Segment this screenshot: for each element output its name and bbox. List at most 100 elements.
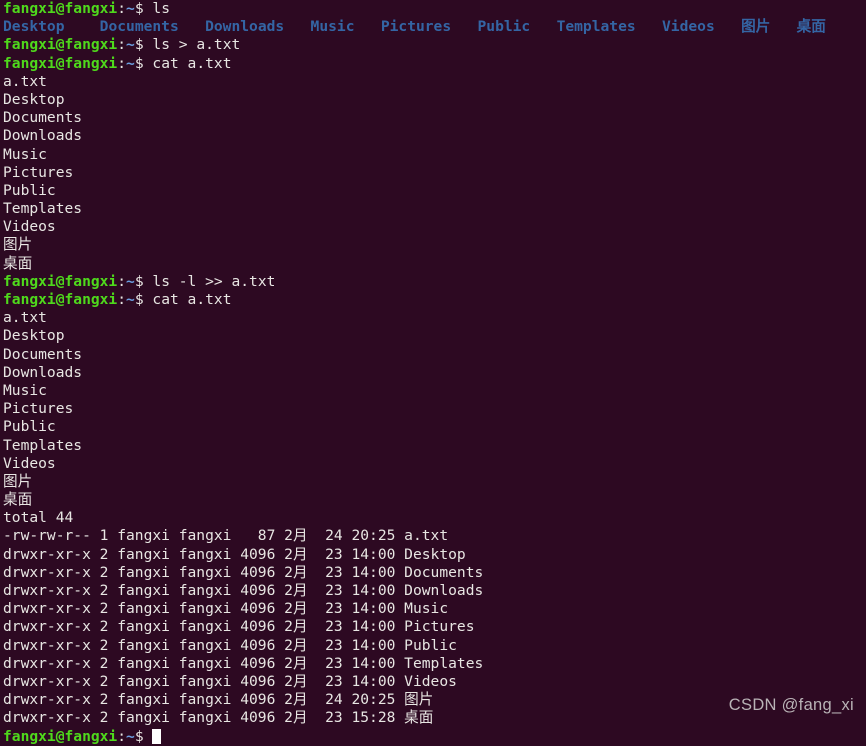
directory-name[interactable]: Downloads (205, 18, 284, 35)
terminal-output-line: drwxr-xr-x 2 fangxi fangxi 4096 2月 23 14… (0, 600, 866, 618)
listing-gap (65, 18, 100, 35)
prompt-sigil: $ (134, 272, 144, 290)
prompt-colon: : (117, 54, 127, 72)
output-text: drwxr-xr-x 2 fangxi fangxi 4096 2月 23 14… (3, 600, 449, 618)
output-text: a.txt (3, 72, 47, 90)
prompt-user-host: fangxi@fangxi (3, 272, 118, 290)
prompt-path: ~ (126, 36, 135, 54)
terminal-command: ls -l >> a.txt (143, 272, 276, 290)
output-text: drwxr-xr-x 2 fangxi fangxi 4096 2月 23 14… (3, 654, 484, 672)
output-text: 图片 (3, 472, 33, 490)
output-text: Downloads (3, 363, 83, 381)
terminal-output-line: 桌面 (0, 255, 866, 273)
directory-name[interactable]: Documents (100, 18, 179, 35)
listing-gap (451, 18, 477, 35)
prompt-path: ~ (126, 0, 135, 17)
output-text: drwxr-xr-x 2 fangxi fangxi 4096 2月 24 20… (3, 691, 434, 709)
terminal-output-line: total 44 (0, 509, 866, 527)
terminal-output-line: drwxr-xr-x 2 fangxi fangxi 4096 2月 23 14… (0, 637, 866, 655)
listing-gap (284, 18, 310, 35)
directory-name[interactable]: Templates (557, 18, 636, 35)
directory-name[interactable]: Videos (662, 18, 715, 35)
terminal-output-line: Videos (0, 218, 866, 236)
terminal-output-line: Music (0, 146, 866, 164)
output-text: drwxr-xr-x 2 fangxi fangxi 4096 2月 23 14… (3, 672, 457, 690)
listing-gap (354, 18, 380, 35)
terminal-prompt-line: fangxi@fangxi:~$ ls -l >> a.txt (0, 273, 866, 291)
terminal-output-line: Pictures (0, 400, 866, 418)
listing-gap (530, 18, 556, 35)
output-text: Pictures (3, 163, 74, 181)
terminal-output-line: Videos (0, 455, 866, 473)
prompt-user-host: fangxi@fangxi (3, 54, 118, 72)
terminal-prompt-line: fangxi@fangxi:~$ ls > a.txt (0, 36, 866, 54)
prompt-path: ~ (126, 727, 135, 745)
directory-name[interactable]: 图片 (741, 18, 770, 35)
directory-name[interactable]: Pictures (381, 18, 451, 35)
terminal-output-line: Public (0, 418, 866, 436)
output-text: drwxr-xr-x 2 fangxi fangxi 4096 2月 23 14… (3, 582, 484, 599)
directory-name[interactable]: Music (311, 18, 355, 35)
csdn-watermark: CSDN @fang_xi (728, 696, 854, 714)
terminal-output-line: Downloads (0, 127, 866, 145)
terminal-prompt-line: fangxi@fangxi:~$ (0, 728, 866, 746)
terminal-output-line: Documents (0, 109, 866, 127)
listing-gap (636, 18, 662, 35)
listing-gap (770, 18, 796, 35)
terminal-output-line: Desktop (0, 91, 866, 109)
output-text: Public (3, 418, 56, 436)
prompt-path: ~ (126, 54, 135, 72)
terminal-output-line: a.txt (0, 309, 866, 327)
output-text: Documents (3, 109, 83, 127)
terminal-command: ls > a.txt (143, 36, 241, 54)
output-text: 桌面 (3, 491, 33, 509)
output-text: Downloads (3, 127, 83, 145)
terminal-prompt-line: fangxi@fangxi:~$ cat a.txt (0, 55, 866, 73)
terminal-output-line: drwxr-xr-x 2 fangxi fangxi 4096 2月 23 14… (0, 546, 866, 564)
terminal-output-line: drwxr-xr-x 2 fangxi fangxi 4096 2月 23 14… (0, 582, 866, 600)
ls-directory-listing: Desktop Documents Downloads Music Pictur… (0, 18, 866, 36)
terminal-command: cat a.txt (143, 54, 232, 72)
terminal-output-line: Downloads (0, 364, 866, 382)
output-text: Templates (3, 436, 83, 454)
terminal-output-area[interactable]: fangxi@fangxi:~$ ls Desktop Documents Dow… (0, 0, 866, 746)
directory-name[interactable]: Public (478, 18, 531, 35)
terminal-command (144, 728, 153, 745)
prompt-sigil: $ (134, 291, 144, 308)
directory-name[interactable]: Desktop (3, 18, 65, 35)
prompt-path: ~ (126, 291, 135, 308)
terminal-output-line: Music (0, 382, 866, 400)
terminal-output-line: drwxr-xr-x 2 fangxi fangxi 4096 2月 23 14… (0, 673, 866, 691)
terminal-output-line: Pictures (0, 164, 866, 182)
directory-name[interactable]: 桌面 (797, 18, 826, 35)
prompt-sigil: $ (134, 0, 144, 17)
prompt-user-host: fangxi@fangxi (3, 36, 118, 54)
prompt-colon: : (117, 0, 127, 17)
terminal-output-line: Templates (0, 200, 866, 218)
output-text: Music (3, 145, 47, 163)
terminal-prompt-line: fangxi@fangxi:~$ ls (0, 0, 866, 18)
output-text: Desktop (3, 327, 65, 345)
prompt-user-host: fangxi@fangxi (3, 727, 118, 745)
prompt-sigil: $ (134, 54, 144, 72)
output-text: a.txt (3, 309, 47, 327)
terminal-output-line: 图片 (0, 236, 866, 254)
terminal-command: cat a.txt (143, 291, 232, 308)
terminal-output-line: drwxr-xr-x 2 fangxi fangxi 4096 2月 23 14… (0, 564, 866, 582)
output-text: Videos (3, 218, 56, 236)
output-text: Pictures (3, 400, 74, 418)
output-text: total 44 (3, 509, 74, 527)
listing-gap (715, 18, 741, 35)
terminal-command: ls (143, 0, 170, 17)
prompt-user-host: fangxi@fangxi (3, 0, 118, 17)
output-text: drwxr-xr-x 2 fangxi fangxi 4096 2月 23 14… (3, 563, 484, 581)
terminal-output-line: drwxr-xr-x 2 fangxi fangxi 4096 2月 23 14… (0, 618, 866, 636)
terminal-window[interactable]: fangxi@fangxi:~$ ls Desktop Documents Dow… (0, 0, 866, 745)
output-text: 图片 (3, 236, 33, 254)
terminal-output-line: -rw-rw-r-- 1 fangxi fangxi 87 2月 24 20:2… (0, 527, 866, 545)
output-text: 桌面 (3, 254, 33, 272)
output-text: Templates (3, 200, 83, 218)
terminal-output-line: Documents (0, 346, 866, 364)
prompt-colon: : (117, 36, 127, 54)
terminal-output-line: 图片 (0, 473, 866, 491)
